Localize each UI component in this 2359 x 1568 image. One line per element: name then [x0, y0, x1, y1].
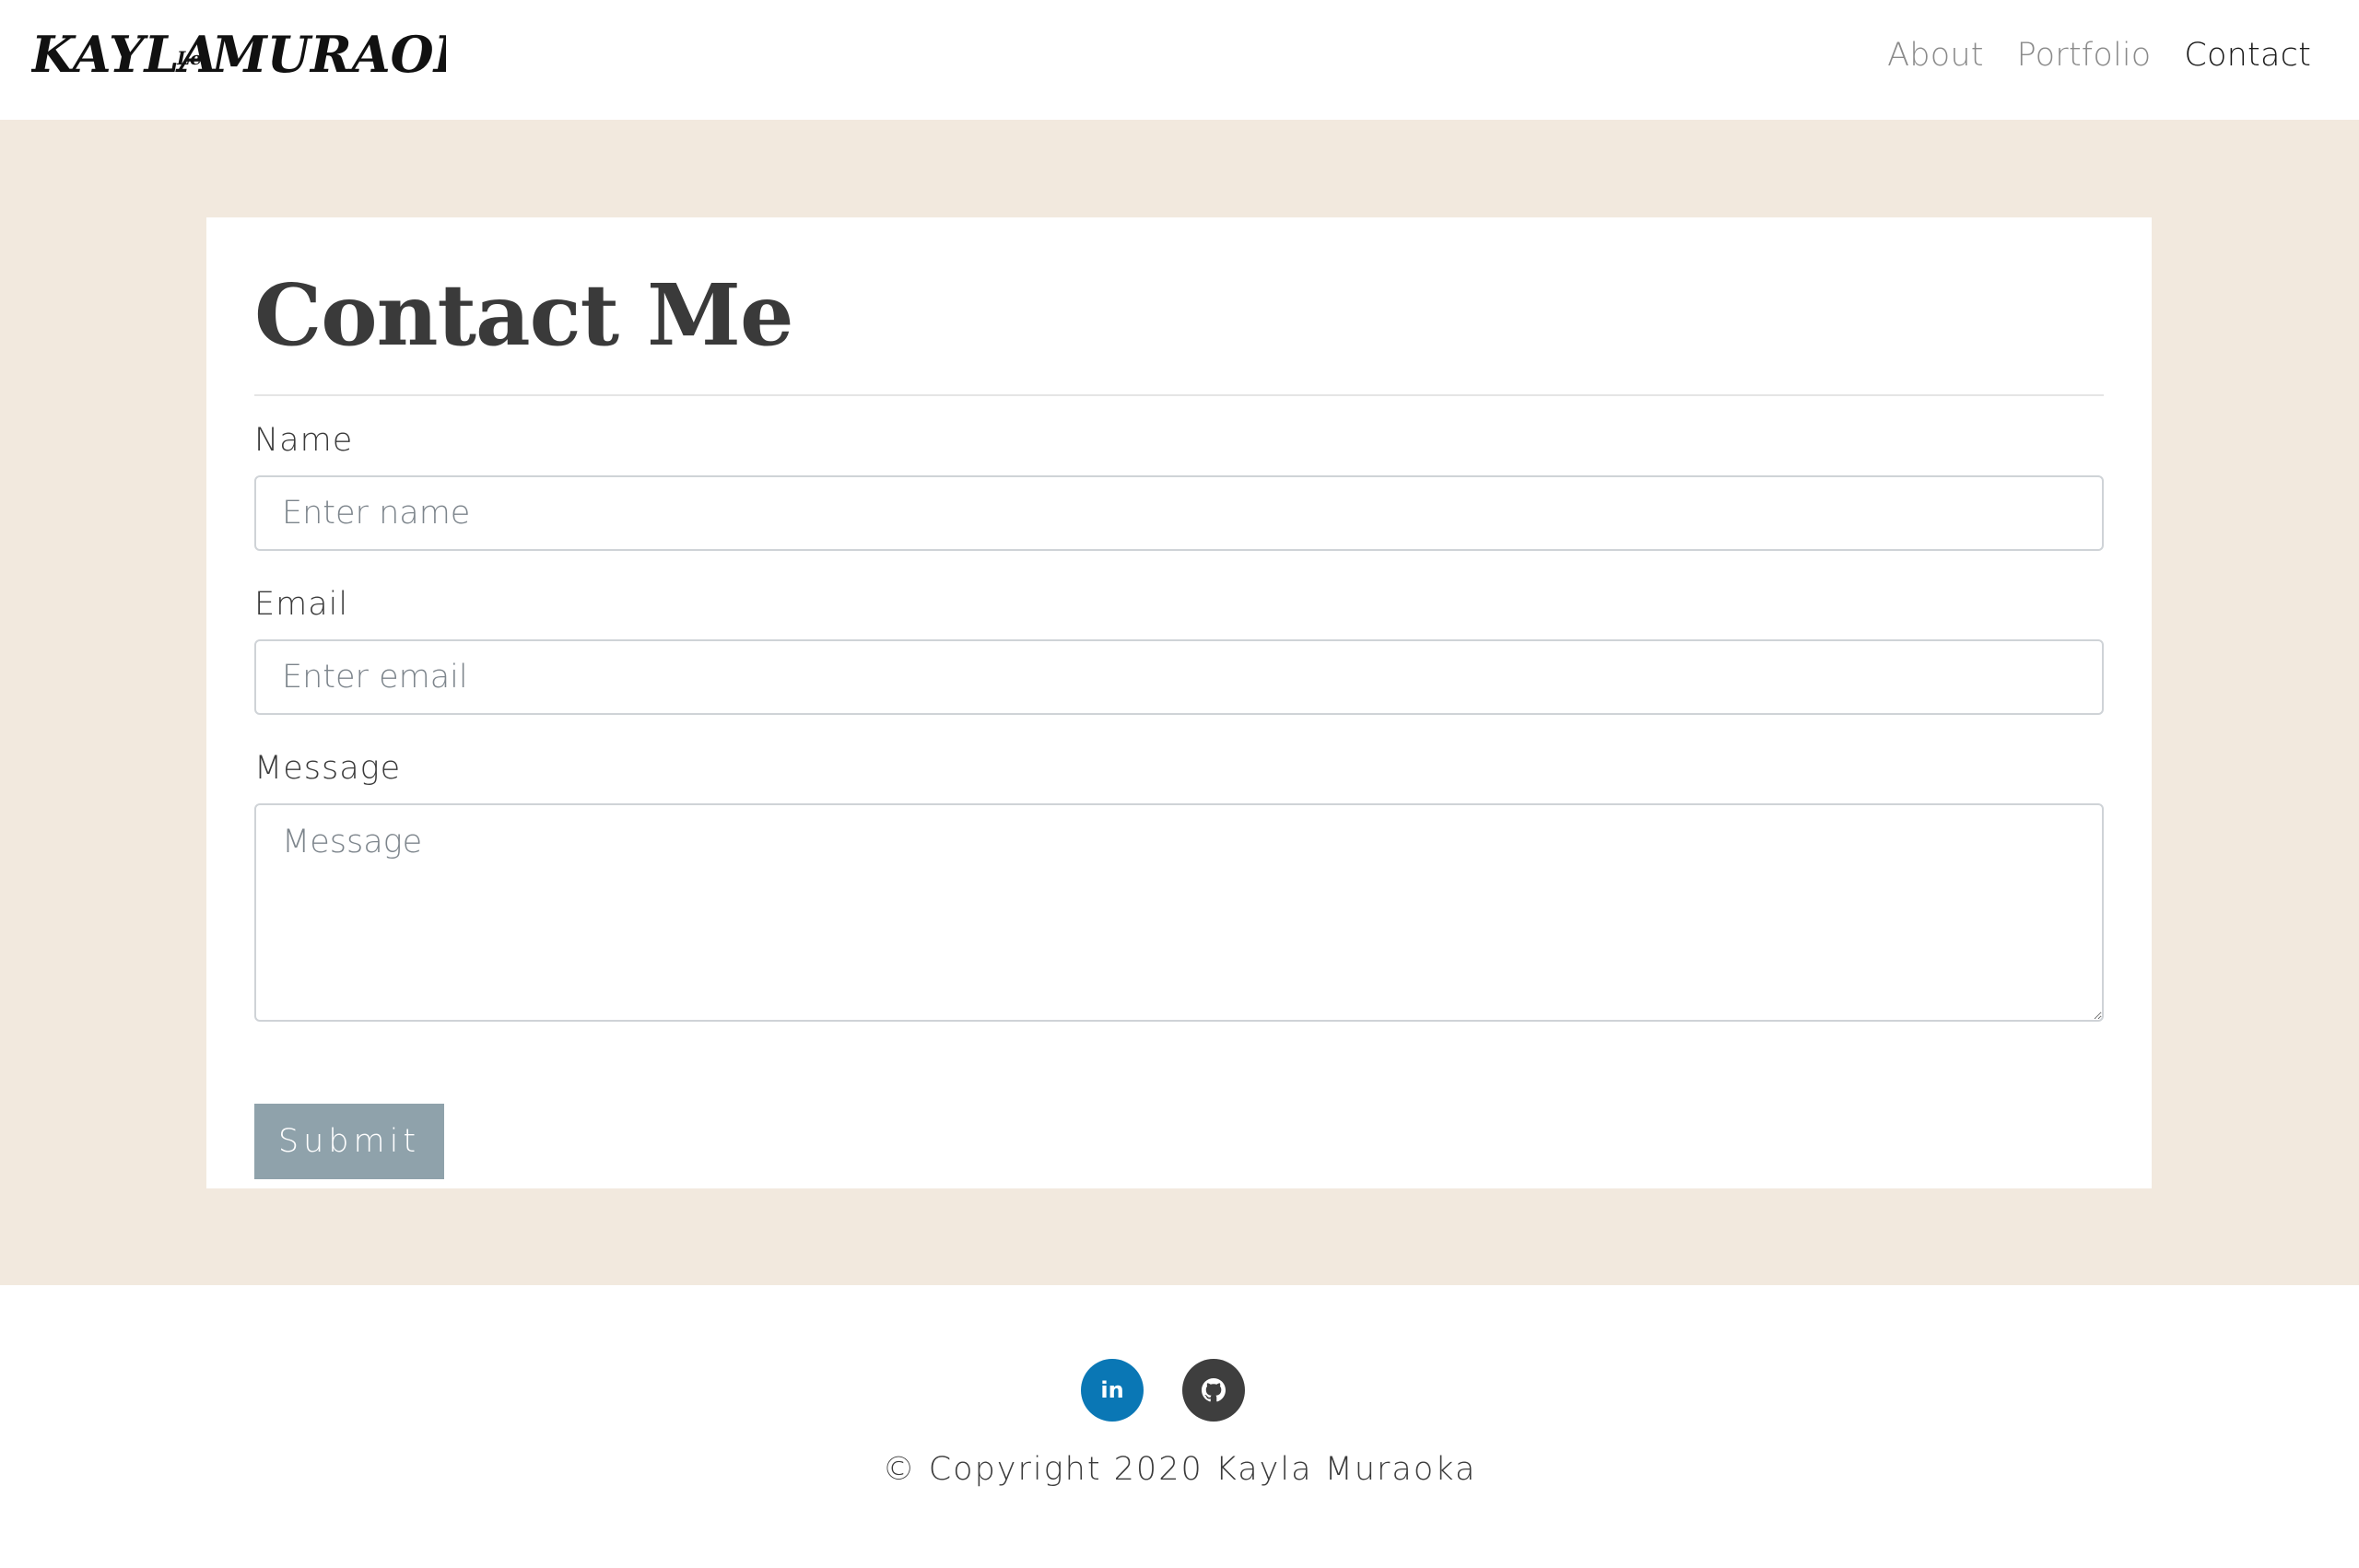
title-divider — [254, 394, 2104, 396]
page-title: Contact Me — [254, 265, 793, 365]
nav-contact[interactable]: Contact — [2184, 37, 2311, 74]
linkedin-icon: in — [1100, 1377, 1124, 1403]
name-label: Name — [254, 422, 354, 459]
site-header: KAYLA Lei MURAOKA About Portfolio Contac… — [0, 0, 2359, 120]
contact-card: Contact Me Name Email Message Submit — [206, 217, 2152, 1188]
copyright-text: © Copyright 2020 Kayla Muraoka — [882, 1451, 1477, 1488]
message-label: Message — [254, 750, 402, 787]
github-icon — [1202, 1378, 1226, 1402]
linkedin-link[interactable]: in — [1081, 1359, 1144, 1422]
email-input[interactable] — [254, 639, 2104, 715]
main-section: Contact Me Name Email Message Submit — [0, 120, 2359, 1285]
logo-wordmark: KAYLA Lei MURAOKA — [29, 25, 513, 84]
nav-about[interactable]: About — [1887, 37, 1983, 74]
logo-middle-name: Lei — [176, 47, 208, 69]
main-nav: About Portfolio Contact — [1887, 37, 2311, 74]
site-logo[interactable]: KAYLA Lei MURAOKA — [29, 17, 513, 99]
name-input[interactable] — [254, 475, 2104, 551]
site-footer: in © Copyright 2020 Kayla Muraoka — [0, 1285, 2359, 1568]
github-link[interactable] — [1182, 1359, 1245, 1422]
email-label: Email — [254, 586, 349, 623]
nav-portfolio[interactable]: Portfolio — [2017, 37, 2152, 74]
logo-last-name: MURAOKA — [210, 25, 446, 84]
message-textarea[interactable] — [254, 803, 2104, 1022]
submit-button[interactable]: Submit — [254, 1104, 444, 1179]
